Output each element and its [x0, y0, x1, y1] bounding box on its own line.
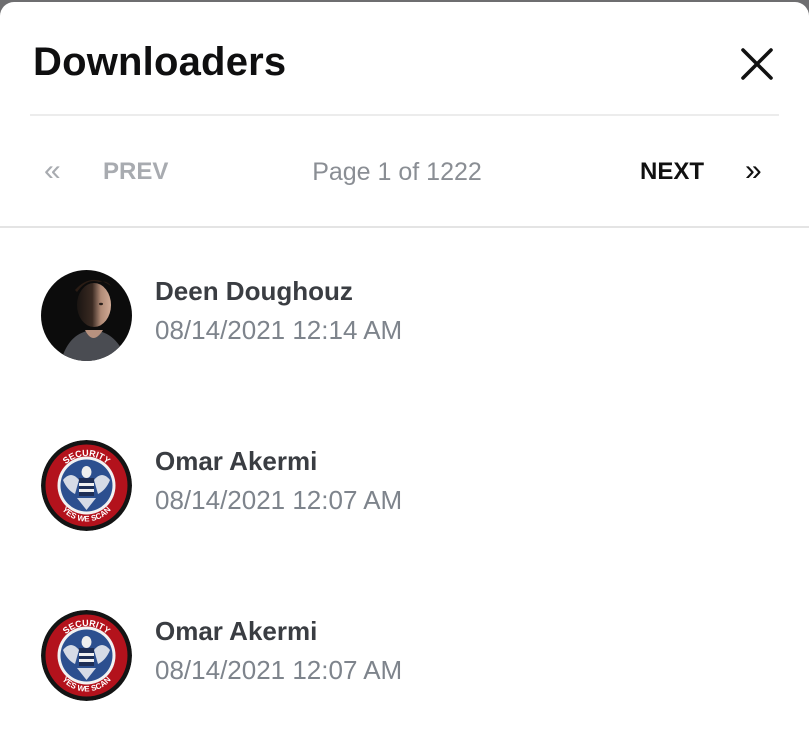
close-icon — [741, 48, 773, 80]
downloader-name: Omar Akermi — [155, 446, 318, 476]
security-agency-emblem-icon: SECURITY YES WE SCAN — [41, 440, 132, 531]
list-item[interactable]: SECURITY YES WE SCAN Omar Akermi 08/14/2… — [0, 568, 809, 738]
downloader-name: Deen Doughouz — [155, 276, 353, 306]
avatar — [41, 270, 132, 361]
pagination-bar: « PREV Page 1 of 1222 NEXT » — [0, 116, 809, 228]
security-agency-emblem-icon: SECURITY YES WE SCAN — [41, 610, 132, 701]
close-button[interactable] — [739, 46, 775, 82]
download-datetime: 08/14/2021 12:07 AM — [155, 485, 403, 515]
avatar: SECURITY YES WE SCAN — [41, 440, 132, 531]
double-chevron-right-icon[interactable]: » — [745, 156, 762, 186]
downloader-name: Omar Akermi — [155, 616, 318, 646]
downloaders-modal: Downloaders « PREV Page 1 of 1222 NEXT » — [0, 2, 809, 750]
modal-header: Downloaders — [30, 2, 779, 116]
modal-title: Downloaders — [33, 40, 287, 84]
next-button[interactable]: NEXT — [640, 158, 704, 186]
download-datetime: 08/14/2021 12:07 AM — [155, 655, 403, 685]
list-item[interactable]: Deen Doughouz 08/14/2021 12:14 AM — [0, 228, 809, 398]
portrait-photo-icon — [41, 270, 132, 361]
list-item[interactable]: SECURITY YES WE SCAN Omar Akermi 08/14/2… — [0, 398, 809, 568]
download-datetime: 08/14/2021 12:14 AM — [155, 315, 403, 345]
downloader-list: Deen Doughouz 08/14/2021 12:14 AM SECURI… — [0, 228, 809, 750]
avatar: SECURITY YES WE SCAN — [41, 610, 132, 701]
